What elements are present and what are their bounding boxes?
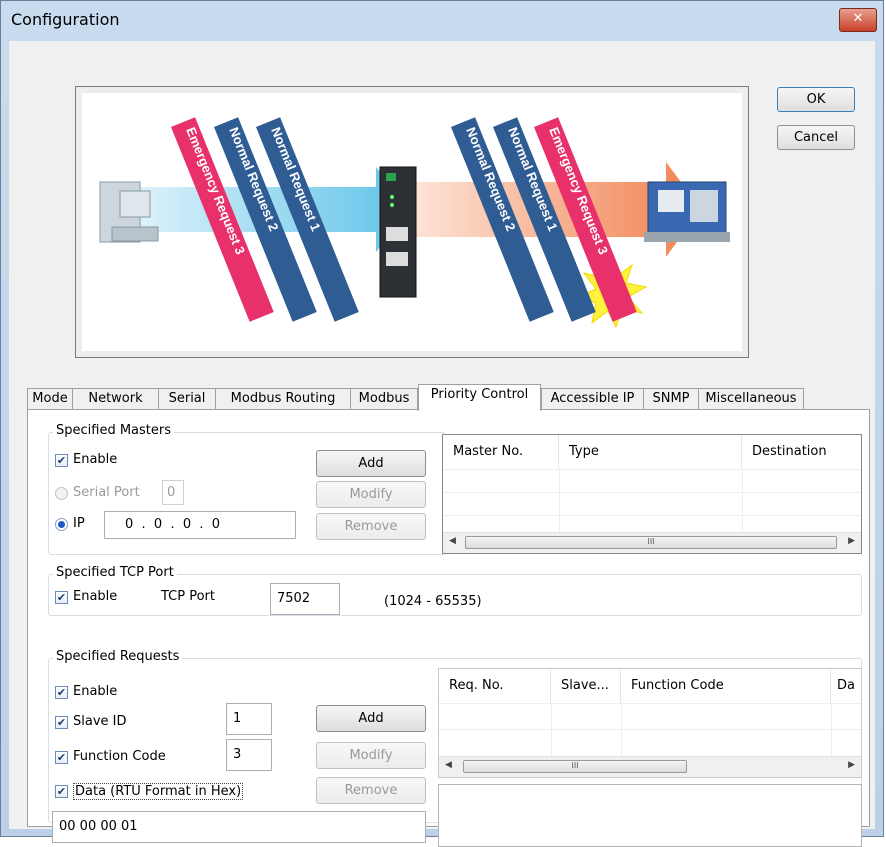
priority-control-panel: Specified Masters ✔ Enable Serial Port 0… [27,409,870,847]
tab-priority-control[interactable]: Priority Control [418,384,541,411]
tcp-enable-checkbox[interactable]: ✔ [55,591,68,604]
requests-modify-button[interactable]: Modify [316,742,426,769]
masters-hscrollbar[interactable]: ◀ III ▶ [443,532,861,553]
masters-add-button[interactable]: Add [316,450,426,477]
ip-radio[interactable] [55,518,68,531]
scroll-left-icon[interactable]: ◀ [445,760,452,770]
window-title: Configuration [11,10,120,29]
grid-line [439,703,861,704]
function-code-checkbox[interactable]: ✔ [55,751,68,764]
column-header[interactable]: Type [559,435,742,469]
ip-label: IP [73,516,85,531]
column-header[interactable]: Req. No. [439,669,551,703]
column-header[interactable]: Da [831,669,861,703]
column-header[interactable]: Function Code [621,669,831,703]
request-detail-box [438,784,862,847]
grid-line [443,492,861,493]
specified-tcp-port-legend: Specified TCP Port [53,565,177,580]
close-button[interactable]: ✕ [839,8,877,32]
tcp-port-range-hint: (1024 - 65535) [384,594,482,609]
illustration-graphic: Emergency Request 3 Normal Request 2 Nor… [99,117,730,329]
data-checkbox[interactable]: ✔ [55,785,68,798]
gateway-device-icon [379,166,417,298]
dialog-client: Emergency Request 3 Normal Request 2 Nor… [9,41,875,847]
requests-remove-button[interactable]: Remove [316,777,426,804]
grid-line [742,469,743,533]
serial-port-field[interactable]: 0 [162,480,184,505]
tab-mode[interactable]: Mode [27,388,73,410]
masters-enable-label: Enable [73,452,118,467]
grid-line [559,469,560,533]
tcp-enable-label: Enable [73,589,118,604]
slave-id-checkbox[interactable]: ✔ [55,716,68,729]
priority-illustration: Emergency Request 3 Normal Request 2 Nor… [75,86,749,358]
grid-line [439,729,861,730]
data-hex-field[interactable]: 00 00 00 01 [52,811,426,843]
ok-button[interactable]: OK [777,87,855,112]
function-code-field[interactable]: 3 [226,739,272,771]
tab-modbus-routing[interactable]: Modbus Routing [215,388,351,410]
column-header[interactable]: Destination [742,435,861,469]
tcp-port-field[interactable]: 7502 [270,583,340,615]
masters-modify-button[interactable]: Modify [316,481,426,508]
grid-line [443,469,861,470]
masters-list[interactable]: Master No. Type Destination ◀ III ▶ [442,434,862,554]
configuration-window: Configuration ✕ Emergency Request 3 Norm… [0,0,884,847]
requests-hscrollbar[interactable]: ◀ III ▶ [439,756,861,777]
tab-serial[interactable]: Serial [158,388,216,410]
tab-snmp[interactable]: SNMP [643,388,699,410]
grid-line [831,703,832,757]
computer-icon [99,181,159,243]
tab-modbus[interactable]: Modbus [350,388,418,410]
requests-list[interactable]: Req. No. Slave... Function Code Da ◀ III… [438,668,862,778]
column-header[interactable]: Master No. [443,435,559,469]
masters-enable-checkbox[interactable]: ✔ [55,454,68,467]
tab-accessible-ip[interactable]: Accessible IP [541,388,644,410]
requests-add-button[interactable]: Add [316,705,426,732]
grid-line [621,703,622,757]
ip-address-field[interactable]: 0 . 0 . 0 . 0 [104,511,296,539]
function-code-label: Function Code [73,749,166,764]
cnc-machine-icon [644,181,730,242]
specified-masters-legend: Specified Masters [53,423,175,438]
serial-port-radio[interactable] [55,487,68,500]
column-header[interactable]: Slave... [551,669,621,703]
slave-id-label: Slave ID [73,714,127,729]
scroll-left-icon[interactable]: ◀ [449,536,456,546]
tcp-port-label: TCP Port [161,589,215,604]
grid-line [443,515,861,516]
data-label: Data (RTU Format in Hex) [73,783,244,800]
requests-enable-checkbox[interactable]: ✔ [55,686,68,699]
grid-line [551,703,552,757]
serial-port-label: Serial Port [73,485,140,500]
scroll-thumb[interactable]: III [465,536,837,549]
masters-remove-button[interactable]: Remove [316,513,426,540]
specified-requests-legend: Specified Requests [53,649,183,664]
scroll-right-icon[interactable]: ▶ [848,760,855,770]
tab-network[interactable]: Network [72,388,159,410]
scroll-right-icon[interactable]: ▶ [848,536,855,546]
scroll-thumb[interactable]: III [463,760,687,773]
slave-id-field[interactable]: 1 [226,703,272,735]
title-bar[interactable]: Configuration ✕ [1,1,883,41]
requests-enable-label: Enable [73,684,118,699]
tab-miscellaneous[interactable]: Miscellaneous [698,388,804,410]
cancel-button[interactable]: Cancel [777,125,855,150]
